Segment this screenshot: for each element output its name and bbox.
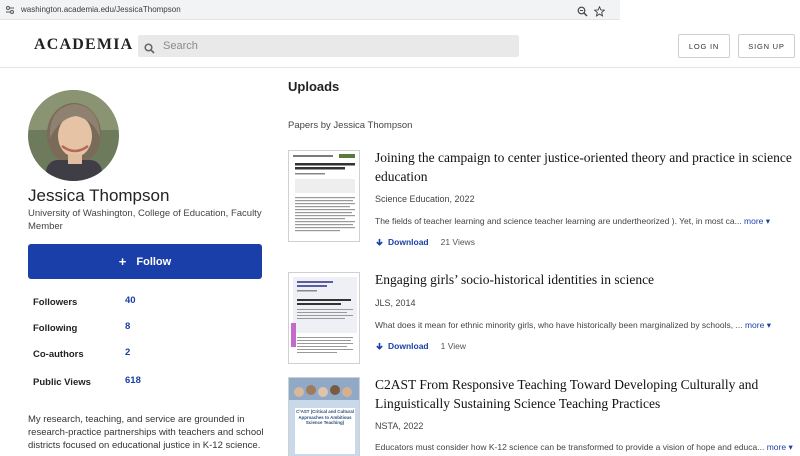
avatar: [28, 90, 119, 181]
paper-title[interactable]: Engaging girls’ socio-historical identit…: [375, 270, 800, 289]
stat-coauthors[interactable]: Co-authors 2: [33, 347, 233, 363]
profile-affiliation[interactable]: University of Washington, College of Edu…: [28, 208, 268, 233]
paper-thumbnail[interactable]: [288, 272, 360, 364]
academia-logo[interactable]: ACADEMIA: [34, 36, 133, 54]
paper-abstract-text: What does it mean for ethnic minority gi…: [375, 320, 743, 330]
stat-label: Followers: [33, 297, 78, 308]
more-link[interactable]: more ▾: [767, 442, 793, 452]
paper-abstract: Educators must consider how K-12 science…: [375, 442, 795, 453]
paper-meta: Science Education, 2022: [375, 194, 475, 204]
stat-value[interactable]: 2: [125, 347, 130, 358]
login-button[interactable]: LOG IN: [678, 34, 730, 58]
download-button[interactable]: Download: [375, 237, 429, 247]
paper-thumbnail[interactable]: [288, 150, 360, 242]
search-bar[interactable]: [138, 35, 519, 57]
browser-address-bar[interactable]: washington.academia.edu/JessicaThompson: [0, 0, 620, 20]
paper-abstract-text: Educators must consider how K-12 science…: [375, 442, 765, 452]
paper-title-line: Joining the campaign to center justice-o…: [375, 150, 792, 184]
stat-followers[interactable]: Followers 40: [33, 295, 233, 311]
signup-button[interactable]: SIGN UP: [738, 34, 795, 58]
papers-by-heading: Papers by Jessica Thompson: [288, 120, 413, 131]
zoom-icon[interactable]: [577, 4, 588, 17]
paper-title[interactable]: Joining the campaign to center justice-o…: [375, 148, 800, 186]
paper-meta: JLS, 2014: [375, 298, 416, 308]
download-button[interactable]: Download: [375, 341, 429, 351]
browser-url-text[interactable]: washington.academia.edu/JessicaThompson: [21, 5, 181, 14]
stat-value[interactable]: 618: [125, 375, 141, 386]
profile-name: Jessica Thompson: [28, 186, 170, 205]
download-icon: [376, 238, 383, 246]
browser-blank-area: [620, 0, 800, 20]
more-label: more: [744, 320, 765, 330]
download-label: Download: [388, 237, 429, 247]
uploads-heading: Uploads: [288, 79, 340, 94]
plus-icon: +: [118, 254, 127, 269]
site-info-icon[interactable]: [5, 5, 15, 15]
paper-actions: Download 21 Views: [375, 237, 475, 247]
search-icon: [144, 41, 155, 54]
stat-label: Following: [33, 323, 78, 334]
paper-abstract: The fields of teacher learning and scien…: [375, 216, 795, 227]
site-header: ACADEMIA LOG IN SIGN UP: [0, 21, 800, 68]
follow-button[interactable]: + Follow: [28, 244, 262, 279]
view-count: 1 View: [440, 341, 466, 351]
bookmark-star-icon[interactable]: [593, 4, 606, 17]
follow-label: Follow: [136, 255, 172, 268]
paper-abstract: What does it mean for ethnic minority gi…: [375, 320, 795, 331]
download-icon: [376, 342, 383, 350]
paper-thumbnail[interactable]: C²AST (Critical and Cultural Approaches …: [288, 377, 360, 456]
stat-value[interactable]: 8: [125, 321, 130, 332]
chevron-down-icon: ▾: [788, 442, 793, 452]
stat-public-views[interactable]: Public Views 618: [33, 375, 233, 391]
chevron-down-icon: ▾: [765, 216, 771, 226]
stat-label: Public Views: [33, 377, 91, 388]
stat-value[interactable]: 40: [125, 295, 136, 306]
thumbnail-title-text: C²AST (Critical and Cultural Approaches …: [295, 409, 355, 426]
download-label: Download: [388, 341, 429, 351]
paper-title[interactable]: C2AST From Responsive Teaching Toward De…: [375, 375, 795, 413]
profile-bio: My research, teaching, and service are g…: [28, 414, 264, 451]
search-input[interactable]: [163, 40, 503, 52]
paper-abstract-text: The fields of teacher learning and scien…: [375, 216, 742, 226]
stat-following[interactable]: Following 8: [33, 321, 233, 337]
stat-label: Co-authors: [33, 349, 84, 360]
chevron-down-icon: ▾: [766, 320, 771, 330]
paper-meta: NSTA, 2022: [375, 421, 424, 431]
more-label: more: [744, 216, 764, 226]
more-link[interactable]: more ▾: [745, 320, 771, 330]
view-count: 21 Views: [440, 237, 475, 247]
more-link[interactable]: more ▾: [744, 216, 770, 226]
paper-actions: Download 1 View: [375, 341, 466, 351]
more-label: more: [766, 442, 787, 452]
